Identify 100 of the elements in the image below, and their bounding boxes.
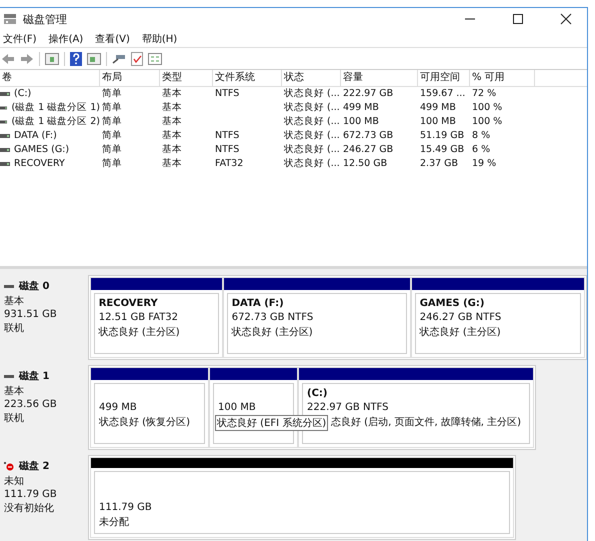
disk-name: 磁盘 1 [19,370,50,383]
partition-size: 499 MB [99,402,138,413]
help-icon[interactable] [70,52,82,66]
table-cell: NTFS [215,129,240,143]
partition-status: 状态良好 (主分区) [420,326,502,339]
table-cell: 状态良好 (... [284,129,340,143]
disk-type: 基本 [4,384,25,398]
table-cell: NTFS [215,87,240,101]
disk-status: 联机 [4,412,25,425]
column-header[interactable]: 可用空间 [418,70,470,86]
disk-status: 没有初始化 [4,502,55,515]
back-arrow-icon[interactable] [1,52,15,64]
table-cell: 222.97 GB [343,87,394,101]
forward-arrow-icon[interactable] [20,52,34,64]
table-cell: 简单 [102,101,122,115]
table-cell: GAMES (G:) [14,143,70,157]
properties-icon[interactable] [148,52,162,64]
disk-status: 联机 [4,322,25,335]
table-cell: 状态良好 (... [284,157,340,171]
table-cell: 状态良好 (... [284,115,340,129]
maximize-icon[interactable] [512,13,524,25]
table-cell: (C:) [14,87,32,101]
disk-size: 223.56 GB [4,399,58,410]
partition-status: 状态良好 (主分区) [98,326,181,339]
volume-icon [0,162,10,166]
disk-type: 未知 [4,474,25,488]
volume-icon [0,148,10,152]
partition-label: GAMES (G:) [420,298,486,310]
table-cell: 2.37 GB [420,157,458,171]
partition-status: 状态良好 (主分区) [232,326,314,339]
disk-size: 931.51 GB [4,309,58,320]
table-cell: 51.19 GB [420,129,464,143]
column-header[interactable]: 文件系统 [213,70,282,86]
table-cell: 672.73 GB [343,129,394,143]
checklist-icon[interactable] [131,52,143,66]
table-cell: 499 MB [343,101,379,115]
panel-icon[interactable] [45,52,59,64]
table-cell: FAT32 [215,157,244,171]
column-header[interactable]: % 可用 [470,70,535,86]
table-cell: 100 % [472,115,502,129]
panel-icon[interactable] [87,52,101,64]
table-cell: 100 MB [420,115,456,129]
partition-status: 未分配 [99,516,130,529]
partition-label: (C:) [307,388,328,400]
table-cell: (磁盘 1 磁盘分区 2) [11,115,100,129]
disk-name: 磁盘 2 [19,460,50,473]
table-cell: 基本 [162,157,182,171]
table-cell: 基本 [162,129,182,143]
table-cell: 状态良好 (... [284,87,340,101]
partition-block[interactable]: GAMES (G:) 246.27 GB NTFS 状态良好 (主分区) [410,277,585,358]
table-cell: 19 % [472,157,496,171]
partition-label: RECOVERY [98,298,159,310]
table-cell: 状态良好 (... [284,101,340,115]
table-cell: 基本 [162,101,182,115]
table-cell: 8 % [472,129,490,143]
partition-status: 状态良好 (恢复分区) [99,416,191,429]
partition-status: 态良好 (启动, 页面文件, 故障转储, 主分区) [331,416,522,429]
table-cell: 12.50 GB [343,157,388,171]
column-header[interactable]: 状态 [282,70,341,86]
menu-item[interactable]: 帮助(H) [142,32,178,46]
table-cell: 15.49 GB [420,143,464,157]
menu-item[interactable]: 文件(F) [3,32,37,46]
connect-icon[interactable] [112,52,126,64]
table-cell: 基本 [162,143,182,157]
partition-block[interactable]: DATA (F:) 672.73 GB NTFS 状态良好 (主分区) [222,277,411,358]
menu-item[interactable]: 查看(V) [95,32,130,46]
disk-type: 基本 [4,294,25,308]
column-header[interactable]: 布局 [100,70,160,86]
window-title: 磁盘管理 [23,12,67,26]
table-cell: RECOVERY [14,157,65,171]
table-cell: NTFS [215,143,240,157]
table-cell: 499 MB [420,101,456,115]
volume-icon [0,120,8,124]
partition-block[interactable]: 111.79 GB 未分配 [90,457,514,538]
partition-label: DATA (F:) [232,298,285,310]
table-cell: 100 MB [343,115,379,129]
volume-icon [0,134,10,138]
partition-block[interactable]: RECOVERY 12.51 GB FAT32 状态良好 (主分区) [90,277,223,358]
disk-management-icon [3,13,17,25]
column-header[interactable]: 类型 [160,70,213,86]
table-cell: 简单 [102,143,122,157]
partition-size: 672.73 GB NTFS [232,312,314,323]
volume-icon [0,92,10,96]
close-icon[interactable] [560,13,572,25]
partition-size: 111.79 GB [99,502,153,513]
partition-tooltip: 状态良好 (EFI 系统分区) [215,415,328,431]
table-cell: 100 % [472,101,502,115]
table-cell: 159.67 ... [420,87,466,101]
column-header[interactable]: 容量 [341,70,418,86]
disk-name: 磁盘 0 [19,280,50,293]
column-header[interactable]: 卷 [0,70,100,86]
partition-block[interactable]: 499 MB 状态良好 (恢复分区) [90,367,209,448]
volume-icon [0,106,8,110]
table-cell: 简单 [102,87,122,101]
table-cell: (磁盘 1 磁盘分区 1) [11,101,100,115]
menu-item[interactable]: 操作(A) [48,32,84,46]
table-cell: 简单 [102,157,122,171]
partition-size: 12.51 GB FAT32 [98,312,180,323]
table-cell: 6 % [472,143,490,157]
disk-size: 111.79 GB [4,489,58,500]
